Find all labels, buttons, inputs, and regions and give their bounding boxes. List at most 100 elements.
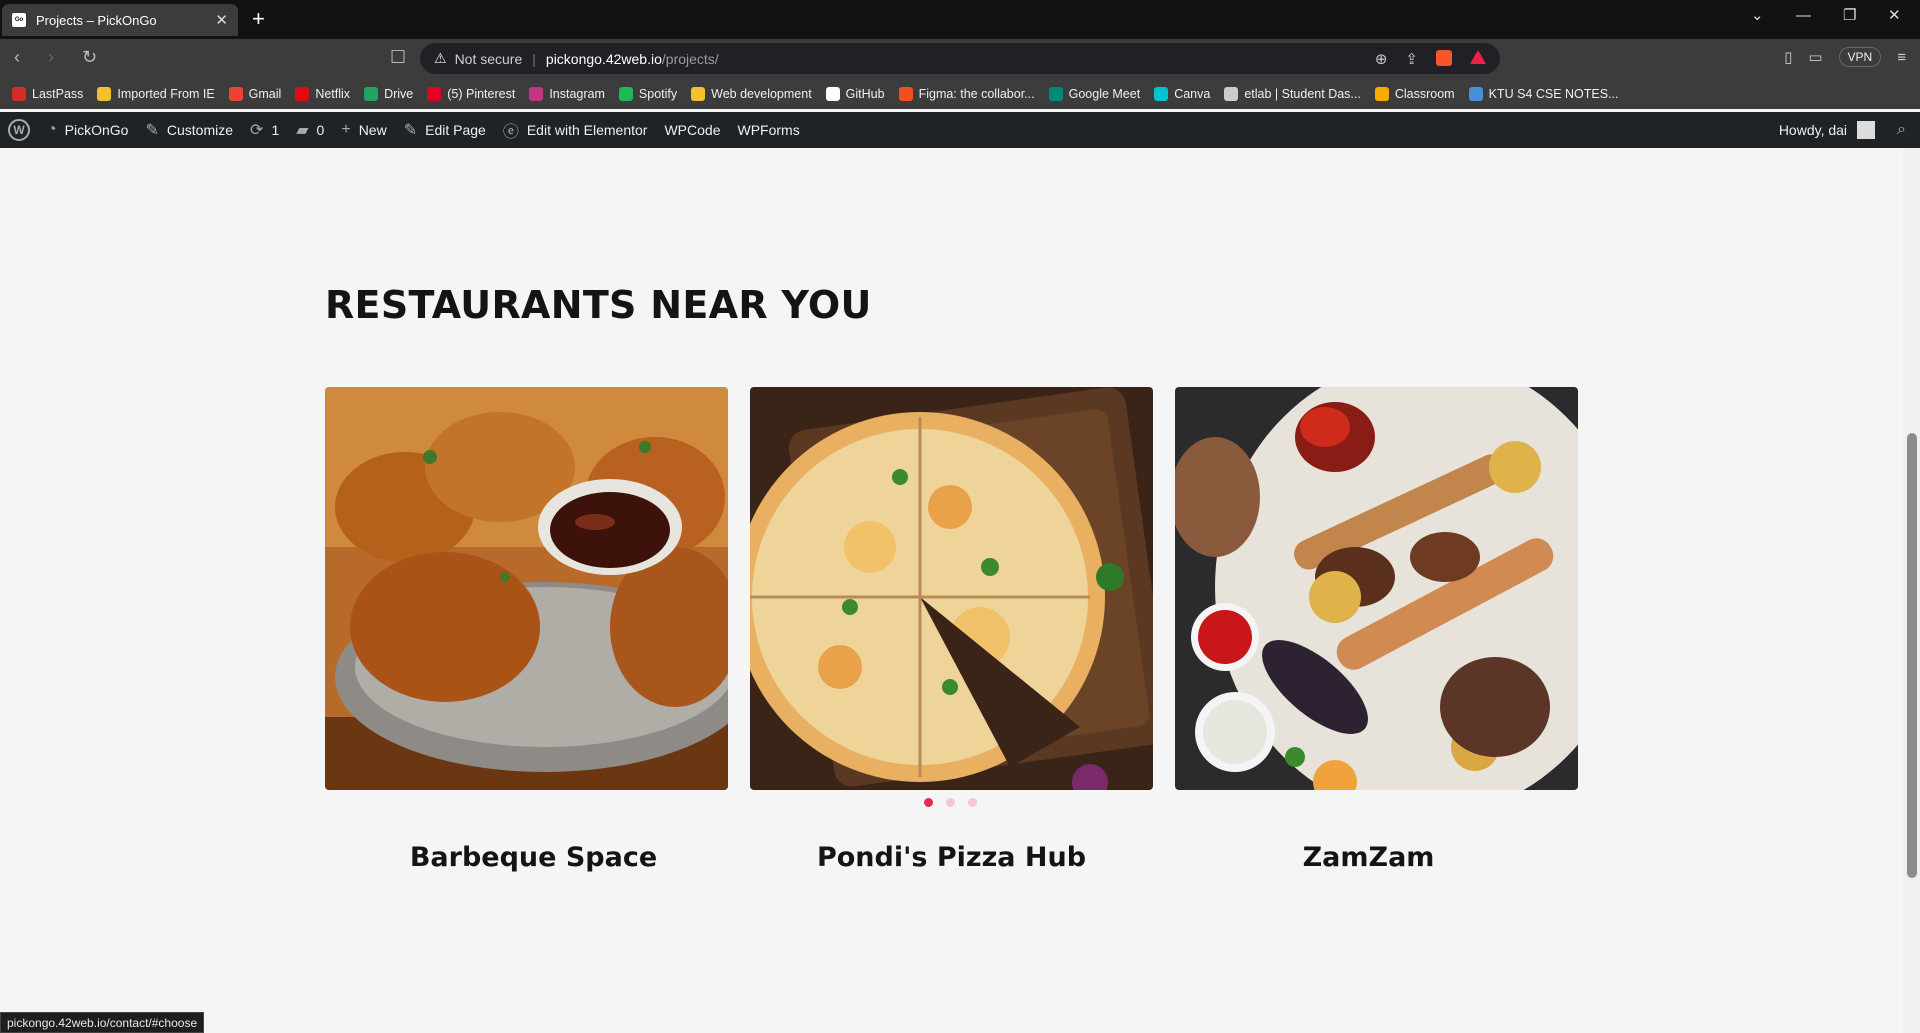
link-status-bar: pickongo.42web.io/contact/#choose xyxy=(0,1012,205,1033)
howdy-account-link[interactable]: Howdy, dai xyxy=(1779,122,1847,138)
bookmark-item[interactable]: Classroom xyxy=(1374,87,1455,101)
bookmark-label: Gmail xyxy=(248,87,282,101)
bookmark-label: Figma: the collabor... xyxy=(918,87,1035,101)
bookmark-label: Web development xyxy=(711,87,812,101)
restore-button[interactable]: ❐ xyxy=(1843,4,1856,26)
wpforms-link[interactable]: WPForms xyxy=(737,122,799,138)
back-icon[interactable]: ‹ xyxy=(14,47,20,68)
bookmark-favicon-icon xyxy=(1048,87,1063,101)
bookmark-item[interactable]: Canva xyxy=(1154,87,1210,101)
bookmark-label: Netflix xyxy=(315,87,351,101)
restaurant-image-barbeque-space[interactable] xyxy=(325,387,728,790)
bookmark-label: etlab | Student Das... xyxy=(1244,87,1361,101)
vpn-button[interactable]: VPN xyxy=(1838,47,1882,67)
address-bar[interactable]: ⚠ Not secure | pickongo.42web.io /projec… xyxy=(420,43,1500,74)
bookmark-item[interactable]: LastPass xyxy=(12,87,83,101)
wpforms-label: WPForms xyxy=(737,122,800,138)
bookmark-label: Spotify xyxy=(638,87,678,101)
bookmark-favicon-icon xyxy=(97,87,112,101)
bookmark-item[interactable]: Instagram xyxy=(529,87,605,101)
bookmark-favicon-icon xyxy=(1468,87,1483,101)
comments-link[interactable]: ▰ 0 xyxy=(296,120,324,140)
page-content: RESTAURANTS NEAR YOU Barbeque Space Pond… xyxy=(0,148,1903,1033)
pencil-icon: ✎ xyxy=(403,122,418,139)
url-path: /projects/ xyxy=(661,50,719,67)
bookmark-item[interactable]: GitHub xyxy=(825,87,885,101)
restaurant-name[interactable]: ZamZam xyxy=(1167,842,1570,873)
bookmark-item[interactable]: Netflix xyxy=(295,87,350,101)
bookmark-favicon-icon xyxy=(12,87,26,101)
restaurant-image-zamzam[interactable] xyxy=(1175,387,1578,790)
search-icon[interactable]: ⌕ xyxy=(1897,121,1906,139)
bookmark-item[interactable]: Spotify xyxy=(618,87,678,101)
bookmark-label: Classroom xyxy=(1394,87,1455,101)
bookmarks-bar: LastPass Imported From IE Gmail Netflix Driv… xyxy=(0,79,1920,109)
brave-rewards-icon[interactable] xyxy=(1470,50,1486,64)
scrollbar-thumb[interactable] xyxy=(1907,433,1917,878)
bookmark-favicon-icon xyxy=(364,87,379,101)
avatar[interactable] xyxy=(1857,121,1876,139)
close-tab-icon[interactable]: ✕ xyxy=(215,11,228,29)
bookmark-icon[interactable]: ☐ xyxy=(390,47,406,68)
elementor-link[interactable]: ⓔ Edit with Elementor xyxy=(503,118,648,142)
bookmark-item[interactable]: Drive xyxy=(364,87,413,101)
tab-title: Projects – PickOnGo xyxy=(36,12,157,28)
zoom-icon[interactable]: ⊕ xyxy=(1375,50,1388,68)
menu-icon[interactable]: ≡ xyxy=(1897,49,1906,66)
updates-icon: ⟳ xyxy=(250,122,264,139)
fried-chicken-illustration xyxy=(325,387,728,790)
bookmark-item[interactable]: (5) Pinterest xyxy=(427,87,515,101)
restaurant-image-pondis-pizza-hub[interactable] xyxy=(750,387,1153,790)
site-favicon-icon: Go xyxy=(12,13,26,27)
comments-count: 0 xyxy=(316,122,325,138)
reload-icon[interactable]: ↻ xyxy=(82,47,97,68)
warning-icon: ⚠ xyxy=(434,50,447,66)
edit-page-link[interactable]: ✎ Edit Page xyxy=(404,120,486,140)
carousel-dot-3[interactable] xyxy=(968,798,977,807)
close-window-button[interactable]: ✕ xyxy=(1888,4,1901,26)
updates-link[interactable]: ⟳ 1 xyxy=(250,120,279,140)
bookmark-favicon-icon xyxy=(529,87,544,101)
sidebar-icon[interactable]: ▯ xyxy=(1784,48,1792,66)
browser-tab[interactable]: Go Projects – PickOnGo ✕ xyxy=(2,4,238,36)
bookmark-item[interactable]: Gmail xyxy=(228,87,282,101)
tab-search-icon[interactable]: ⌄ xyxy=(1751,4,1764,26)
site-name-link[interactable]: ◔ PickOnGo xyxy=(47,121,128,139)
wpcode-link[interactable]: WPCode xyxy=(664,122,720,138)
bookmark-label: GitHub xyxy=(845,87,885,101)
bookmark-item[interactable]: Web development xyxy=(691,87,812,101)
bookmark-favicon-icon xyxy=(618,87,633,101)
page-scrollbar[interactable] xyxy=(1903,148,1920,1033)
bookmark-favicon-icon xyxy=(1154,87,1169,101)
new-content-link[interactable]: + New xyxy=(341,121,386,139)
restaurant-name[interactable]: Barbeque Space xyxy=(332,842,735,873)
wallet-icon[interactable]: ▭ xyxy=(1808,48,1822,66)
edit-page-label: Edit Page xyxy=(425,122,486,138)
dashboard-icon: ◔ xyxy=(47,121,57,138)
bookmark-label: Imported From IE xyxy=(117,87,215,101)
bookmark-item[interactable]: etlab | Student Das... xyxy=(1224,87,1361,101)
new-tab-button[interactable]: + xyxy=(252,6,265,32)
wpcode-label: WPCode xyxy=(664,122,721,138)
forward-icon[interactable]: › xyxy=(48,47,54,68)
bookmark-item[interactable]: Figma: the collabor... xyxy=(898,87,1035,101)
elementor-icon: ⓔ xyxy=(502,124,519,141)
bookmark-item[interactable]: Google Meet xyxy=(1048,87,1140,101)
carousel-dot-2[interactable] xyxy=(946,798,955,807)
minimize-button[interactable]: — xyxy=(1796,4,1811,26)
bookmark-favicon-icon xyxy=(691,87,706,101)
bookmark-item[interactable]: KTU S4 CSE NOTES... xyxy=(1468,87,1618,101)
browser-toolbar: ‹ › ↻ ☐ ⚠ Not secure | pickongo.42web.io… xyxy=(0,39,1920,79)
carousel-dot-1[interactable] xyxy=(924,798,933,807)
bookmark-label: Canva xyxy=(1174,87,1211,101)
carousel-pagination xyxy=(924,798,977,807)
bookmark-favicon-icon xyxy=(1374,87,1389,101)
bookmark-item[interactable]: Imported From IE xyxy=(97,87,215,101)
pizza-illustration xyxy=(750,387,1153,790)
wordpress-logo-button[interactable]: W xyxy=(8,119,30,141)
brave-shields-icon[interactable] xyxy=(1436,50,1452,66)
share-icon[interactable]: ⇪ xyxy=(1405,50,1418,68)
restaurant-name[interactable]: Pondi's Pizza Hub xyxy=(750,842,1153,873)
customize-link[interactable]: ✎ Customize xyxy=(145,120,233,140)
bookmark-label: Drive xyxy=(384,87,414,101)
